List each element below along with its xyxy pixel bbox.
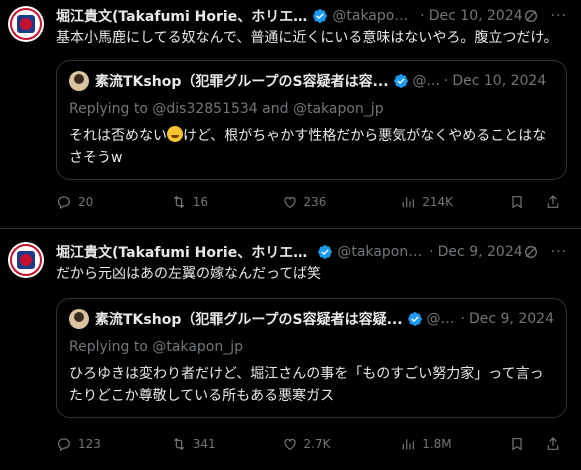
replying-user-link[interactable]: @dis32851534: [152, 101, 257, 117]
share-icon: [547, 195, 559, 208]
tweet-actions: 123 341 2.7K 1.8M: [56, 436, 567, 452]
retweet-icon: [173, 437, 184, 451]
quoted-tweet[interactable]: 素流TKshop（犯罪グループのS容疑者は容疑... @T... · Dec 9…: [56, 298, 567, 418]
verified-badge-icon: [318, 245, 333, 259]
replying-user-link[interactable]: @takapon_jp: [293, 101, 384, 117]
reply-count: 123: [78, 437, 101, 451]
bookmark-icon: [512, 196, 522, 209]
like-count: 2.7K: [303, 437, 331, 451]
replying-to: Replying to @dis32851534 and @takapon_jp: [69, 99, 554, 119]
separator-dot: ·: [420, 8, 425, 24]
quote-author-avatar: [69, 309, 89, 329]
author-handle[interactable]: @takapon_...: [337, 244, 425, 260]
quote-author-name: 素流TKshop（犯罪グループのS容疑者は容...: [95, 74, 389, 90]
reply-button[interactable]: 123: [56, 436, 171, 452]
tweet[interactable]: 堀江貴文(Takafumi Horie、ホリエ... @takapon... ·…: [0, 0, 581, 229]
separator-dot: ·: [443, 73, 449, 89]
reply-icon: [58, 438, 70, 452]
quote-date: Dec 10, 2024: [452, 73, 547, 89]
verified-badge-icon: [407, 312, 422, 326]
tweet-date[interactable]: Dec 10, 2024: [429, 8, 523, 24]
author-name[interactable]: 堀江貴文(Takafumi Horie、ホリエモ...: [56, 242, 313, 262]
replying-and: and: [257, 101, 293, 117]
view-count: 1.8M: [422, 437, 452, 451]
heart-icon: [283, 438, 296, 451]
bookmark-icon: [512, 438, 522, 451]
like-button[interactable]: 236: [282, 194, 401, 210]
quote-author-name: 素流TKshop（犯罪グループのS容疑者は容疑...: [95, 312, 403, 328]
reply-button[interactable]: 20: [56, 194, 171, 210]
separator-dot: ·: [429, 244, 434, 260]
tweet[interactable]: 堀江貴文(Takafumi Horie、ホリエモ... @takapon_...…: [0, 229, 581, 470]
verified-badge-icon: [393, 74, 408, 88]
quote-author-avatar: [69, 71, 89, 91]
bookmark-button[interactable]: [509, 436, 531, 452]
more-options-icon[interactable]: ···: [551, 8, 567, 24]
heart-icon: [283, 196, 296, 209]
replying-to: Replying to @takapon_jp: [69, 337, 554, 357]
quote-text: それは否めない けど、根がちゃかす性格だから悪気がなくやめることはなさそうw: [69, 125, 554, 169]
more-options-icon[interactable]: ···: [551, 244, 567, 260]
tweet-text: だから元凶はあの左翼の嫁なんだってば笑: [56, 266, 322, 282]
quote-author-handle: @...: [412, 73, 440, 89]
replying-prefix: Replying to: [69, 339, 153, 355]
author-name[interactable]: 堀江貴文(Takafumi Horie、ホリエ...: [56, 6, 308, 26]
author-handle[interactable]: @takapon...: [332, 8, 416, 24]
quote-date: Dec 9, 2024: [469, 311, 554, 327]
views-button[interactable]: 214K: [400, 194, 509, 210]
tweet-text: 基本小馬鹿にしてる奴なんで、普通に近くにいる意味はないやろ。腹立つだけ。: [56, 30, 558, 46]
retweet-button[interactable]: 16: [171, 194, 282, 210]
verified-badge-icon: [313, 9, 328, 23]
like-button[interactable]: 2.7K: [282, 436, 401, 452]
grok-icon[interactable]: [523, 8, 539, 24]
separator-dot: ·: [460, 311, 465, 327]
tweet-actions: 20 16 236 214K: [56, 194, 567, 210]
like-count: 236: [303, 195, 327, 209]
share-button[interactable]: [545, 436, 567, 452]
share-icon: [547, 437, 559, 450]
reply-icon: [58, 196, 70, 210]
retweet-count: 16: [192, 195, 209, 209]
quote-text: ひろゆきは変わり者だけど、堀江さんの事を「ものすごい努力家」って言ったりどこか尊…: [69, 366, 544, 404]
retweet-icon: [173, 195, 184, 209]
view-count: 214K: [422, 195, 453, 209]
replying-prefix: Replying to: [69, 101, 153, 117]
author-avatar[interactable]: [8, 242, 44, 278]
grok-icon[interactable]: [523, 244, 539, 260]
rolling-on-floor-laughing-emoji-icon: [167, 126, 183, 142]
retweet-button[interactable]: 341: [171, 436, 282, 452]
share-button[interactable]: [545, 194, 567, 210]
analytics-icon: [402, 197, 415, 208]
bookmark-button[interactable]: [509, 194, 531, 210]
author-avatar[interactable]: [8, 6, 44, 42]
tweet-date[interactable]: Dec 9, 2024: [438, 244, 523, 260]
retweet-count: 341: [192, 437, 216, 451]
quoted-tweet[interactable]: 素流TKshop（犯罪グループのS容疑者は容... @... · Dec 10,…: [56, 60, 567, 180]
replying-user-link[interactable]: @takapon_jp: [152, 339, 243, 355]
quote-author-handle: @T...: [426, 311, 457, 327]
quote-text-part: それは否めない: [69, 128, 167, 144]
reply-count: 20: [78, 195, 94, 209]
views-button[interactable]: 1.8M: [400, 436, 509, 452]
analytics-icon: [402, 439, 415, 450]
